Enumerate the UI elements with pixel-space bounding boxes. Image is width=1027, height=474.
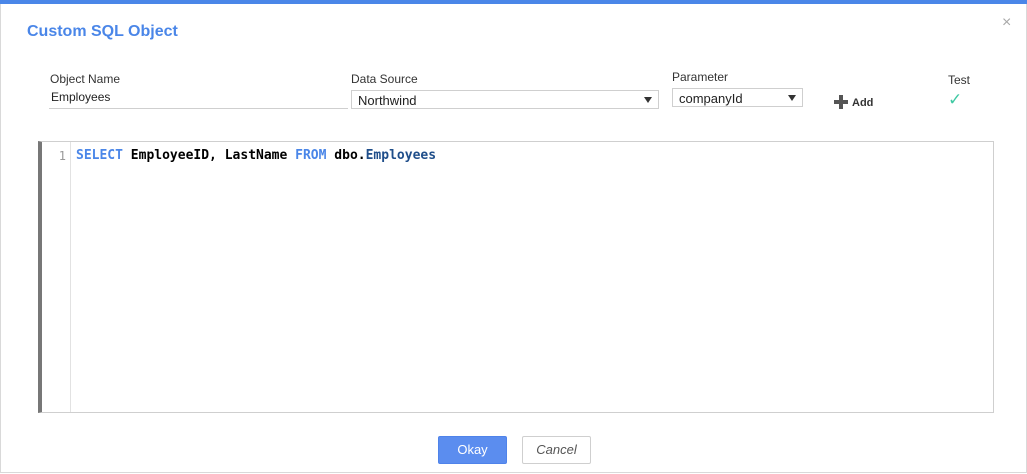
okay-button[interactable]: Okay — [438, 436, 507, 464]
sql-keyword-select: SELECT — [76, 148, 123, 163]
sql-keyword-from: FROM — [295, 148, 327, 163]
test-label: Test — [948, 73, 971, 87]
close-icon[interactable]: × — [1002, 14, 1011, 32]
parameter-label: Parameter — [672, 70, 729, 84]
custom-sql-dialog: Custom SQL Object × Object Name Employee… — [0, 4, 1027, 473]
object-name-underline — [49, 108, 348, 109]
data-source-select[interactable]: Northwind — [351, 90, 659, 109]
object-name-label: Object Name — [50, 72, 121, 86]
cancel-button[interactable]: Cancel — [522, 436, 591, 464]
sql-code-line[interactable]: SELECT EmployeeID, LastName FROM dbo.Emp… — [76, 148, 436, 163]
parameter-select[interactable]: companyId — [672, 88, 803, 107]
dialog-title: Custom SQL Object — [27, 23, 178, 40]
object-name-input[interactable]: Employees — [51, 90, 110, 104]
data-source-label: Data Source — [351, 72, 418, 86]
line-number: 1 — [58, 149, 66, 163]
dropdown-arrow-icon — [644, 97, 652, 103]
sql-editor[interactable]: 1 SELECT EmployeeID, LastName FROM dbo.E… — [38, 141, 994, 413]
add-label: Add — [852, 97, 874, 109]
plus-icon — [834, 95, 848, 109]
sql-table: Employees — [365, 148, 437, 163]
dropdown-arrow-icon — [788, 95, 796, 101]
line-number-gutter: 1 — [42, 142, 71, 412]
sql-schema: dbo. — [326, 148, 366, 163]
check-icon[interactable]: ✓ — [948, 90, 962, 110]
sql-columns: EmployeeID, LastName — [122, 148, 296, 163]
parameter-value: companyId — [679, 91, 743, 106]
data-source-value: Northwind — [358, 93, 417, 108]
